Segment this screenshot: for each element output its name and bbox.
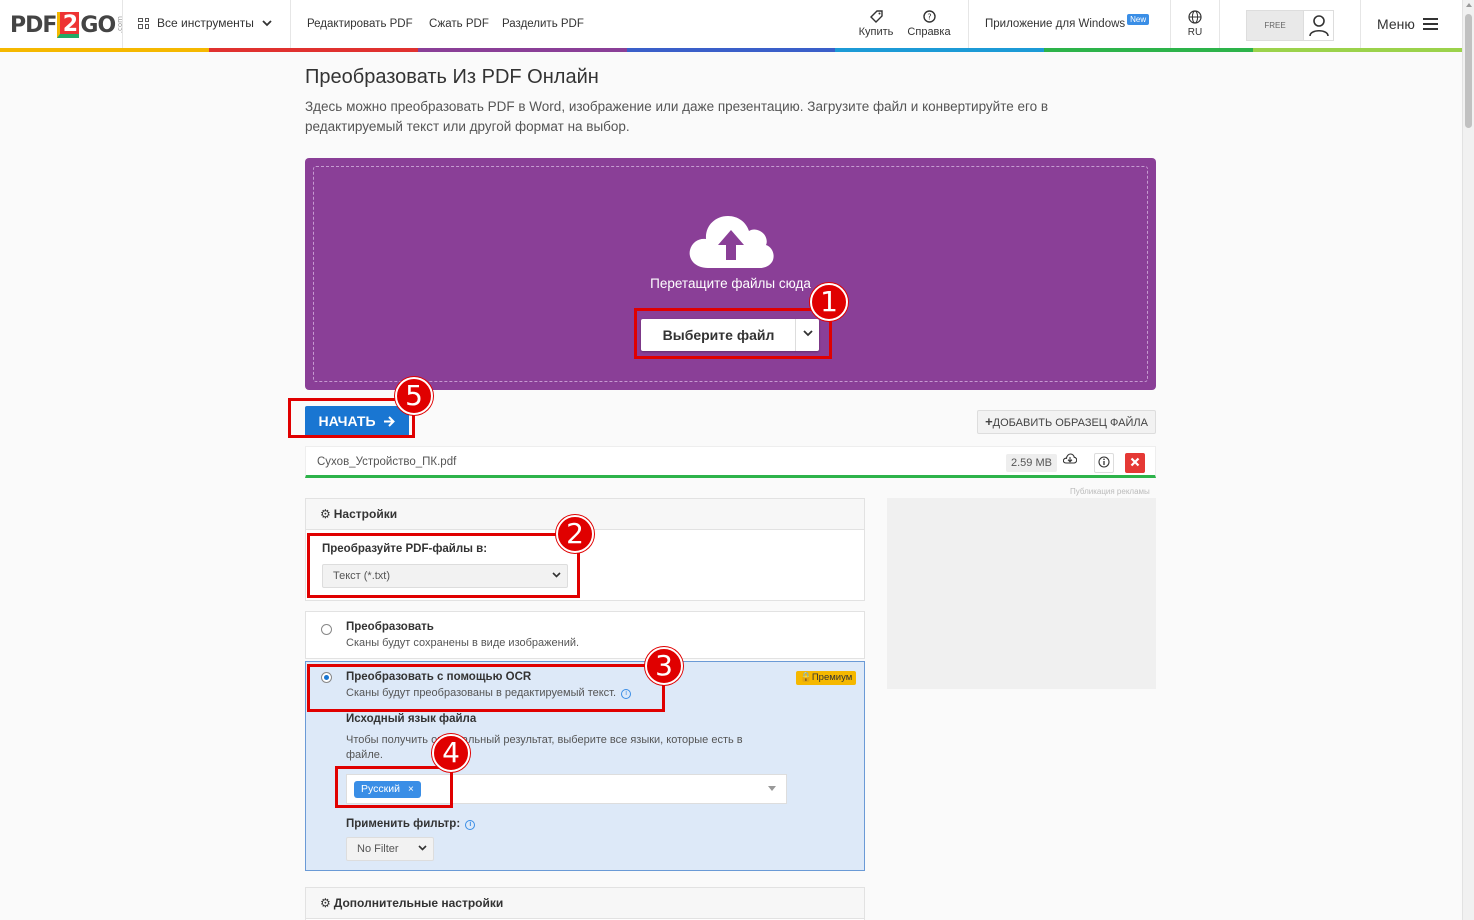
user-icon[interactable]: [1303, 11, 1333, 40]
top-header: PDF 2 GO .com Все инструменты Редактировать…: [0, 0, 1462, 52]
annotation-badge-1: 1: [810, 283, 848, 321]
annotation-badge-4: 4: [432, 734, 470, 772]
plan-badge: FREE: [1264, 21, 1286, 30]
chevron-down-icon: [262, 19, 272, 26]
color-strip: [0, 48, 1463, 52]
nav-edit-pdf[interactable]: Редактировать PDF: [307, 18, 413, 30]
annotation-box-3: [307, 664, 665, 712]
page-description: Здесь можно преобразовать PDF в Word, из…: [305, 99, 1049, 134]
color-strip-segment: [1044, 48, 1254, 52]
all-tools-dropdown[interactable]: Все инструменты: [138, 16, 272, 30]
option-convert[interactable]: Преобразовать Сканы будут сохранены в ви…: [305, 611, 865, 659]
cloud-upload-icon: [689, 216, 774, 268]
windows-app-link[interactable]: Приложение для Windows New: [985, 14, 1150, 30]
advanced-settings-header[interactable]: ⚙ Дополнительные настройки: [306, 888, 864, 919]
help-button[interactable]: ? Справка: [904, 10, 954, 38]
annotation-badge-2: 2: [556, 515, 594, 553]
color-strip-segment: [417, 48, 627, 52]
lock-icon: 🔒: [800, 672, 812, 683]
ad-placeholder: [887, 498, 1156, 689]
header-divider: [122, 0, 123, 48]
filter-label: Применить фильтр: i: [346, 818, 476, 830]
globe-icon: [1180, 10, 1210, 27]
plus-icon: +: [985, 414, 993, 429]
annotation-box-2: [307, 533, 580, 598]
file-size-badge: 2.59 MB: [1006, 454, 1057, 472]
header-divider: [1360, 0, 1361, 48]
question-icon: ?: [904, 10, 954, 24]
grid-icon: [138, 17, 149, 29]
dropdown-arrow-icon[interactable]: [768, 786, 776, 791]
scrollbar-thumb[interactable]: [1465, 14, 1472, 128]
annotation-badge-3: 3: [645, 647, 683, 685]
header-divider: [1219, 0, 1220, 48]
option-convert-title: Преобразовать: [346, 621, 434, 633]
language-selector[interactable]: RU: [1180, 10, 1210, 38]
svg-text:?: ?: [927, 13, 931, 22]
ad-label: Публикация рекламы: [1070, 487, 1150, 496]
account-box[interactable]: FREE: [1246, 10, 1334, 41]
annotation-box-4: [335, 766, 453, 808]
file-name: Сухов_Устройство_ПК.pdf: [317, 456, 457, 468]
nav-split-pdf[interactable]: Разделить PDF: [502, 18, 584, 30]
delete-file-button[interactable]: [1125, 453, 1145, 473]
hamburger-icon: [1422, 18, 1438, 30]
gears-icon: ⚙: [320, 896, 331, 910]
page-scrollbar[interactable]: [1462, 0, 1474, 920]
header-divider: [1170, 0, 1171, 48]
chevron-down-icon: [418, 838, 427, 860]
option-convert-subtitle: Сканы будут сохранены в виде изображений…: [346, 637, 580, 649]
color-strip-segment: [835, 48, 1045, 52]
color-strip-segment: [626, 48, 836, 52]
nav-compress-pdf[interactable]: Сжать PDF: [429, 18, 489, 30]
filter-select[interactable]: No Filter: [346, 837, 434, 861]
color-strip-segment: [208, 48, 418, 52]
header-divider: [290, 0, 291, 48]
uploaded-file-row: Сухов_Устройство_ПК.pdf 2.59 MB: [305, 446, 1156, 478]
new-badge: New: [1127, 14, 1150, 25]
buy-button[interactable]: Купить: [851, 10, 901, 38]
color-strip-segment: [0, 48, 209, 52]
add-sample-file-button[interactable]: +ДОБАВИТЬ ОБРАЗЕЦ ФАЙЛА: [977, 410, 1156, 434]
advanced-settings-panel[interactable]: ⚙ Дополнительные настройки: [305, 887, 865, 920]
source-language-hint: Чтобы получить оптимальный результат, вы…: [346, 734, 743, 761]
header-divider: [968, 0, 969, 48]
info-icon[interactable]: i: [465, 820, 476, 830]
menu-button[interactable]: Меню: [1377, 16, 1438, 32]
cloud-save-icon[interactable]: [1060, 453, 1080, 473]
annotation-box-1: [634, 308, 832, 359]
color-strip-segment: [1253, 48, 1463, 52]
premium-badge: 🔒Премиум: [796, 671, 857, 685]
info-icon[interactable]: [1094, 453, 1114, 473]
radio-convert[interactable]: [321, 624, 332, 635]
close-icon: [1130, 457, 1140, 467]
tag-icon: [851, 10, 901, 24]
pdf2go-logo[interactable]: PDF 2 GO .com: [10, 10, 124, 40]
page-title: Преобразовать Из PDF Онлайн: [305, 66, 599, 88]
gears-icon: ⚙: [320, 507, 331, 521]
drop-files-text: Перетащите файлы сюда: [650, 276, 811, 291]
scroll-up-arrow[interactable]: [1466, 3, 1472, 7]
source-language-label: Исходный язык файла: [346, 713, 477, 725]
annotation-badge-5: 5: [395, 377, 433, 415]
